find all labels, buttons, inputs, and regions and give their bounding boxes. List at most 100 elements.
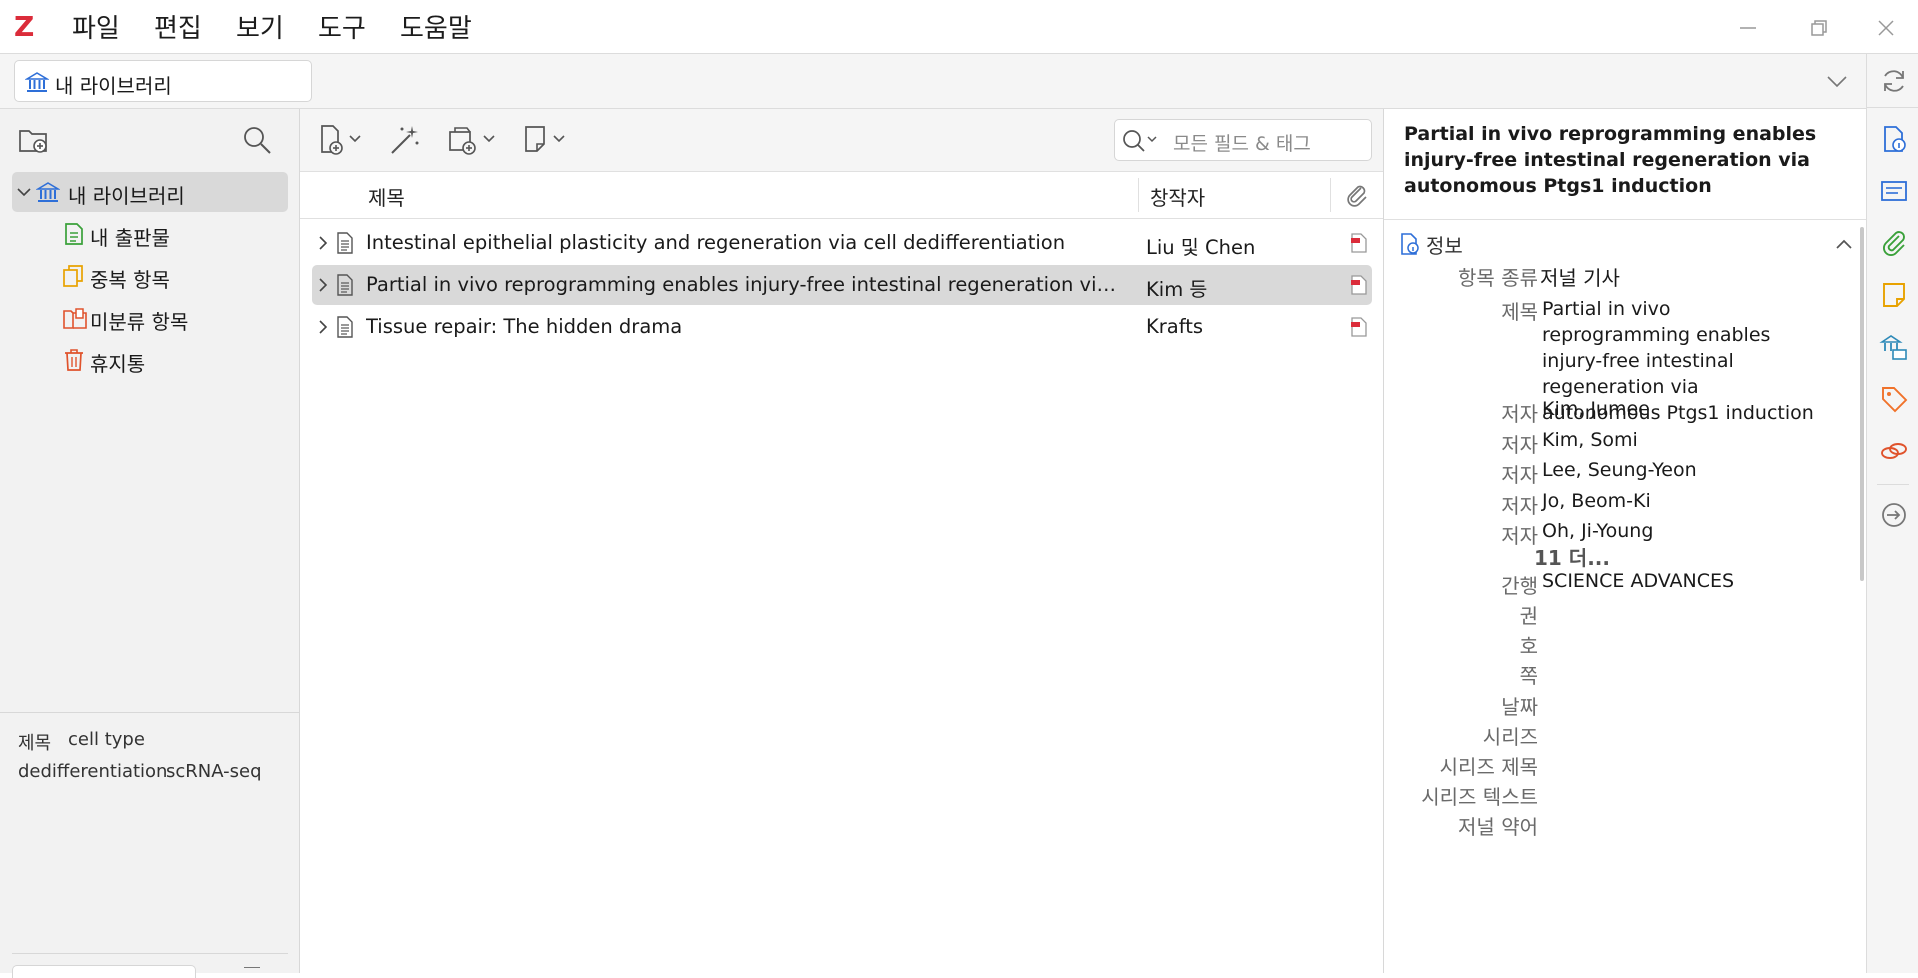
tab-bar: 내 라이브러리 (0, 54, 1866, 109)
item-title: Tissue repair: The hidden drama (366, 315, 683, 338)
new-collection-icon[interactable] (18, 125, 50, 155)
chevron-right-icon[interactable] (316, 235, 330, 251)
collection-my-library[interactable]: 내 라이브러리 (12, 172, 288, 212)
minimize-icon[interactable] (1734, 14, 1762, 42)
menu-view[interactable]: 보기 (236, 8, 284, 45)
locate-icon[interactable] (1879, 500, 1909, 530)
tag-item[interactable]: cell type (68, 729, 145, 750)
notes-icon[interactable] (1879, 280, 1909, 310)
tag-selector-divider (0, 712, 299, 713)
chevron-right-icon[interactable] (316, 319, 330, 335)
field-label-item-type: 항목 종류 (1458, 266, 1538, 290)
more-authors-link[interactable]: 11 더... (1534, 542, 1610, 571)
library-icon (36, 180, 60, 204)
field-label-author: 저자 (1501, 493, 1538, 518)
tag-item[interactable]: dedifferentiation (18, 761, 167, 782)
field-value-publication[interactable]: SCIENCE ADVANCES (1542, 570, 1734, 592)
item-creator: Krafts (1146, 315, 1204, 338)
new-note-icon[interactable] (522, 123, 572, 157)
item-pane-sidenav (1866, 54, 1918, 973)
table-row[interactable]: Partial in vivo reprogramming enables in… (312, 265, 1372, 305)
field-value-item-type[interactable]: 저널 기사 (1540, 262, 1620, 291)
info-section: 정보 항목 종류 저널 기사 제목 Partial in vivo reprog… (1384, 219, 1866, 974)
abstract-icon[interactable] (1879, 176, 1909, 206)
column-title[interactable]: 제목 (368, 182, 405, 211)
items-pane: 모든 필드 & 태그 제목 창작자 Intestinal epithelial … (300, 109, 1384, 973)
collections-pane: 내 라이브러리 내 출판물 중복 항목 미분류 항목 휴지통 제목 cell t… (0, 109, 300, 978)
tag-item[interactable]: 제목 (18, 729, 51, 755)
table-row[interactable]: Intestinal epithelial plasticity and reg… (312, 223, 1372, 263)
search-placeholder: 모든 필드 & 태그 (1173, 133, 1311, 155)
collection-label: 휴지통 (90, 352, 146, 376)
column-divider (1330, 178, 1331, 212)
tabs-menu-chevron-icon[interactable] (1822, 66, 1852, 96)
field-value-author[interactable]: Jo, Beom-Ki (1542, 490, 1651, 512)
field-label[interactable]: 쪽 (1398, 660, 1538, 689)
item-title: Intestinal epithelial plasticity and reg… (366, 231, 1066, 254)
sync-icon[interactable] (1879, 66, 1909, 96)
item-title: Partial in vivo reprogramming enables in… (366, 273, 1126, 296)
field-value-author[interactable]: Lee, Seung-Yeon (1542, 459, 1697, 481)
new-item-icon[interactable] (318, 123, 366, 157)
field-label[interactable]: 호 (1398, 630, 1538, 659)
chevron-down-icon[interactable] (16, 184, 32, 200)
attachment-column-icon[interactable] (1344, 182, 1370, 208)
journal-article-icon (336, 274, 354, 296)
publications-icon (62, 222, 86, 246)
field-label[interactable]: 시리즈 텍스트 (1398, 781, 1538, 810)
table-row[interactable]: Tissue repair: The hidden drama Krafts (312, 307, 1372, 347)
item-pane-scrollbar[interactable] (1860, 227, 1864, 581)
item-creator: Kim 등 (1146, 278, 1208, 301)
items-column-header: 제목 창작자 (300, 171, 1383, 219)
column-creator[interactable]: 창작자 (1150, 182, 1205, 211)
field-label[interactable]: 저널 약어 (1398, 811, 1538, 840)
field-label[interactable]: 시리즈 제목 (1398, 751, 1538, 780)
item-pane-title: Partial in vivo reprogramming enables in… (1404, 123, 1817, 197)
field-label-author: 저자 (1501, 524, 1538, 548)
field-label[interactable]: 시리즈 (1398, 721, 1538, 750)
field-value-author[interactable]: Kim, Somi (1542, 429, 1638, 451)
collection-search-icon[interactable] (242, 125, 272, 155)
field-value-author[interactable]: Kim, Jumee (1542, 398, 1650, 420)
libraries-collections-icon[interactable] (1879, 332, 1909, 362)
tags-icon[interactable] (1879, 384, 1909, 414)
menu-tools[interactable]: 도구 (318, 8, 366, 45)
tag-filter-divider (12, 953, 288, 954)
field-value-author[interactable]: Oh, Ji-Young (1542, 520, 1653, 542)
add-attachment-icon[interactable] (446, 123, 502, 157)
duplicate-icon (62, 264, 86, 288)
chevron-right-icon[interactable] (316, 277, 330, 293)
search-input[interactable]: 모든 필드 & 태그 (1114, 119, 1372, 161)
chevron-up-icon[interactable] (1834, 234, 1854, 254)
menu-help[interactable]: 도움말 (400, 8, 472, 45)
info-section-title[interactable]: 정보 (1426, 230, 1463, 259)
collection-duplicate-items[interactable]: 중복 항목 (12, 256, 288, 296)
unfiled-icon (62, 306, 88, 330)
collection-unfiled-items[interactable]: 미분류 항목 (12, 298, 288, 338)
journal-article-icon (336, 316, 354, 338)
pdf-attachment-icon[interactable] (1350, 317, 1368, 337)
journal-article-icon (336, 232, 354, 254)
restore-icon[interactable] (1804, 14, 1832, 42)
attachments-icon[interactable] (1879, 228, 1909, 258)
pdf-attachment-icon[interactable] (1350, 233, 1368, 253)
field-label-author: 저자 (1501, 463, 1538, 487)
magic-wand-icon[interactable] (388, 123, 422, 157)
tab-my-library[interactable]: 내 라이브러리 (14, 60, 312, 102)
zotero-logo: Z (14, 10, 35, 43)
related-icon[interactable] (1879, 436, 1909, 466)
close-icon[interactable] (1872, 14, 1900, 42)
menu-file[interactable]: 파일 (72, 8, 120, 45)
collection-my-publications[interactable]: 내 출판물 (12, 214, 288, 254)
field-label[interactable]: 권 (1398, 600, 1538, 629)
tag-item[interactable]: scRNA-seq (166, 761, 262, 782)
collection-label: 내 출판물 (90, 226, 170, 250)
pdf-attachment-icon[interactable] (1350, 275, 1368, 295)
collection-label: 미분류 항목 (90, 310, 189, 334)
field-label[interactable]: 날짜 (1398, 691, 1538, 720)
info-icon[interactable] (1879, 124, 1909, 154)
tag-filter-input[interactable] (12, 965, 196, 978)
collection-label: 중복 항목 (90, 268, 170, 292)
menu-edit[interactable]: 편집 (154, 8, 202, 45)
collection-trash[interactable]: 휴지통 (12, 340, 288, 380)
